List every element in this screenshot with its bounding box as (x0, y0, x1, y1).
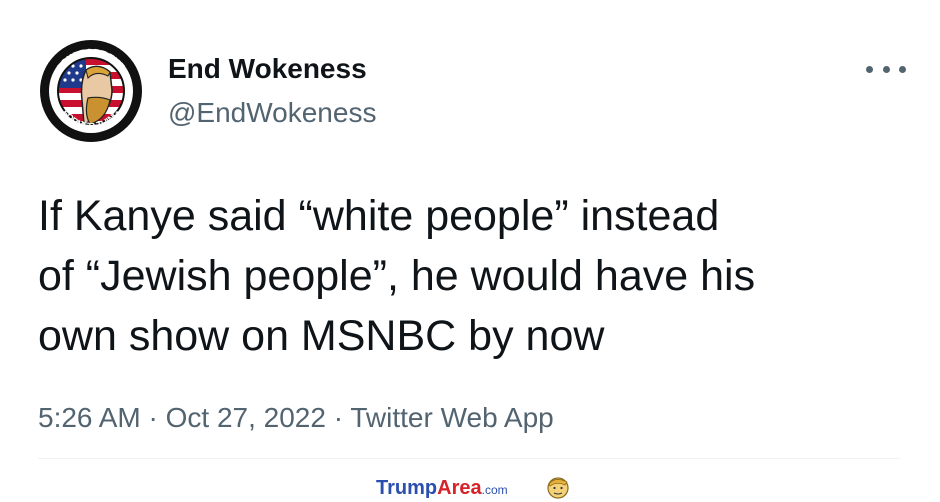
more-dots-icon (866, 65, 873, 73)
tweet-text: If Kanye said “white people” instead of … (38, 186, 918, 366)
tweet-source: Twitter Web App (350, 402, 554, 433)
avatar[interactable]: I SUPPORT THE FORMER THING (40, 40, 142, 142)
watermark-part: .com (481, 483, 508, 497)
divider (38, 458, 900, 459)
more-dots-icon (882, 65, 890, 73)
author-name[interactable]: End Wokeness (168, 52, 367, 86)
trump-face-icon (547, 477, 569, 499)
meta-separator: · (325, 402, 351, 433)
watermark: TrumpArea.com (376, 476, 508, 502)
avatar-flag-portrait-icon: I SUPPORT THE FORMER THING (41, 41, 141, 141)
watermark-part: Trump (376, 477, 438, 499)
more-dots-icon (899, 65, 906, 73)
tweet-date-link[interactable]: Oct 27, 2022 (166, 402, 326, 433)
tweet-meta: 5:26 AM · Oct 27, 2022 · Twitter Web App (38, 401, 554, 435)
watermark-part: Area (437, 477, 482, 499)
tweet-line: own show on MSNBC by now (38, 312, 605, 360)
more-options-button[interactable] (866, 62, 906, 76)
meta-separator: · (140, 402, 166, 433)
tweet-time-link[interactable]: 5:26 AM (38, 402, 141, 433)
author-handle[interactable]: @EndWokeness (168, 96, 376, 130)
tweet-line: If Kanye said “white people” instead (38, 192, 720, 240)
tweet-line: of “Jewish people”, he would have his (38, 252, 756, 300)
